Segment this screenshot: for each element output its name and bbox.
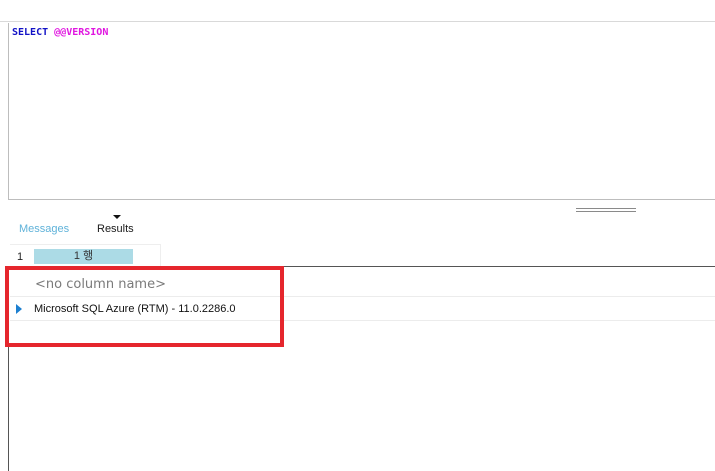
page-number[interactable]: 1	[17, 251, 23, 263]
top-divider	[0, 21, 715, 22]
row-count-badge: 1 행	[34, 249, 133, 264]
sql-keyword: SELECT	[12, 27, 49, 38]
query-editor[interactable]: SELECT @@VERSION	[8, 23, 715, 200]
caret-down-icon	[113, 215, 121, 219]
tab-messages[interactable]: Messages	[19, 223, 69, 235]
pane-splitter-grip[interactable]	[576, 208, 636, 213]
tab-results[interactable]: Results	[97, 223, 134, 235]
query-line: SELECT @@VERSION	[12, 27, 108, 38]
sql-function: @@VERSION	[54, 27, 109, 38]
query-window: SELECT @@VERSION Messages Results 1 1 행 …	[0, 0, 715, 471]
highlight-annotation	[5, 266, 284, 347]
